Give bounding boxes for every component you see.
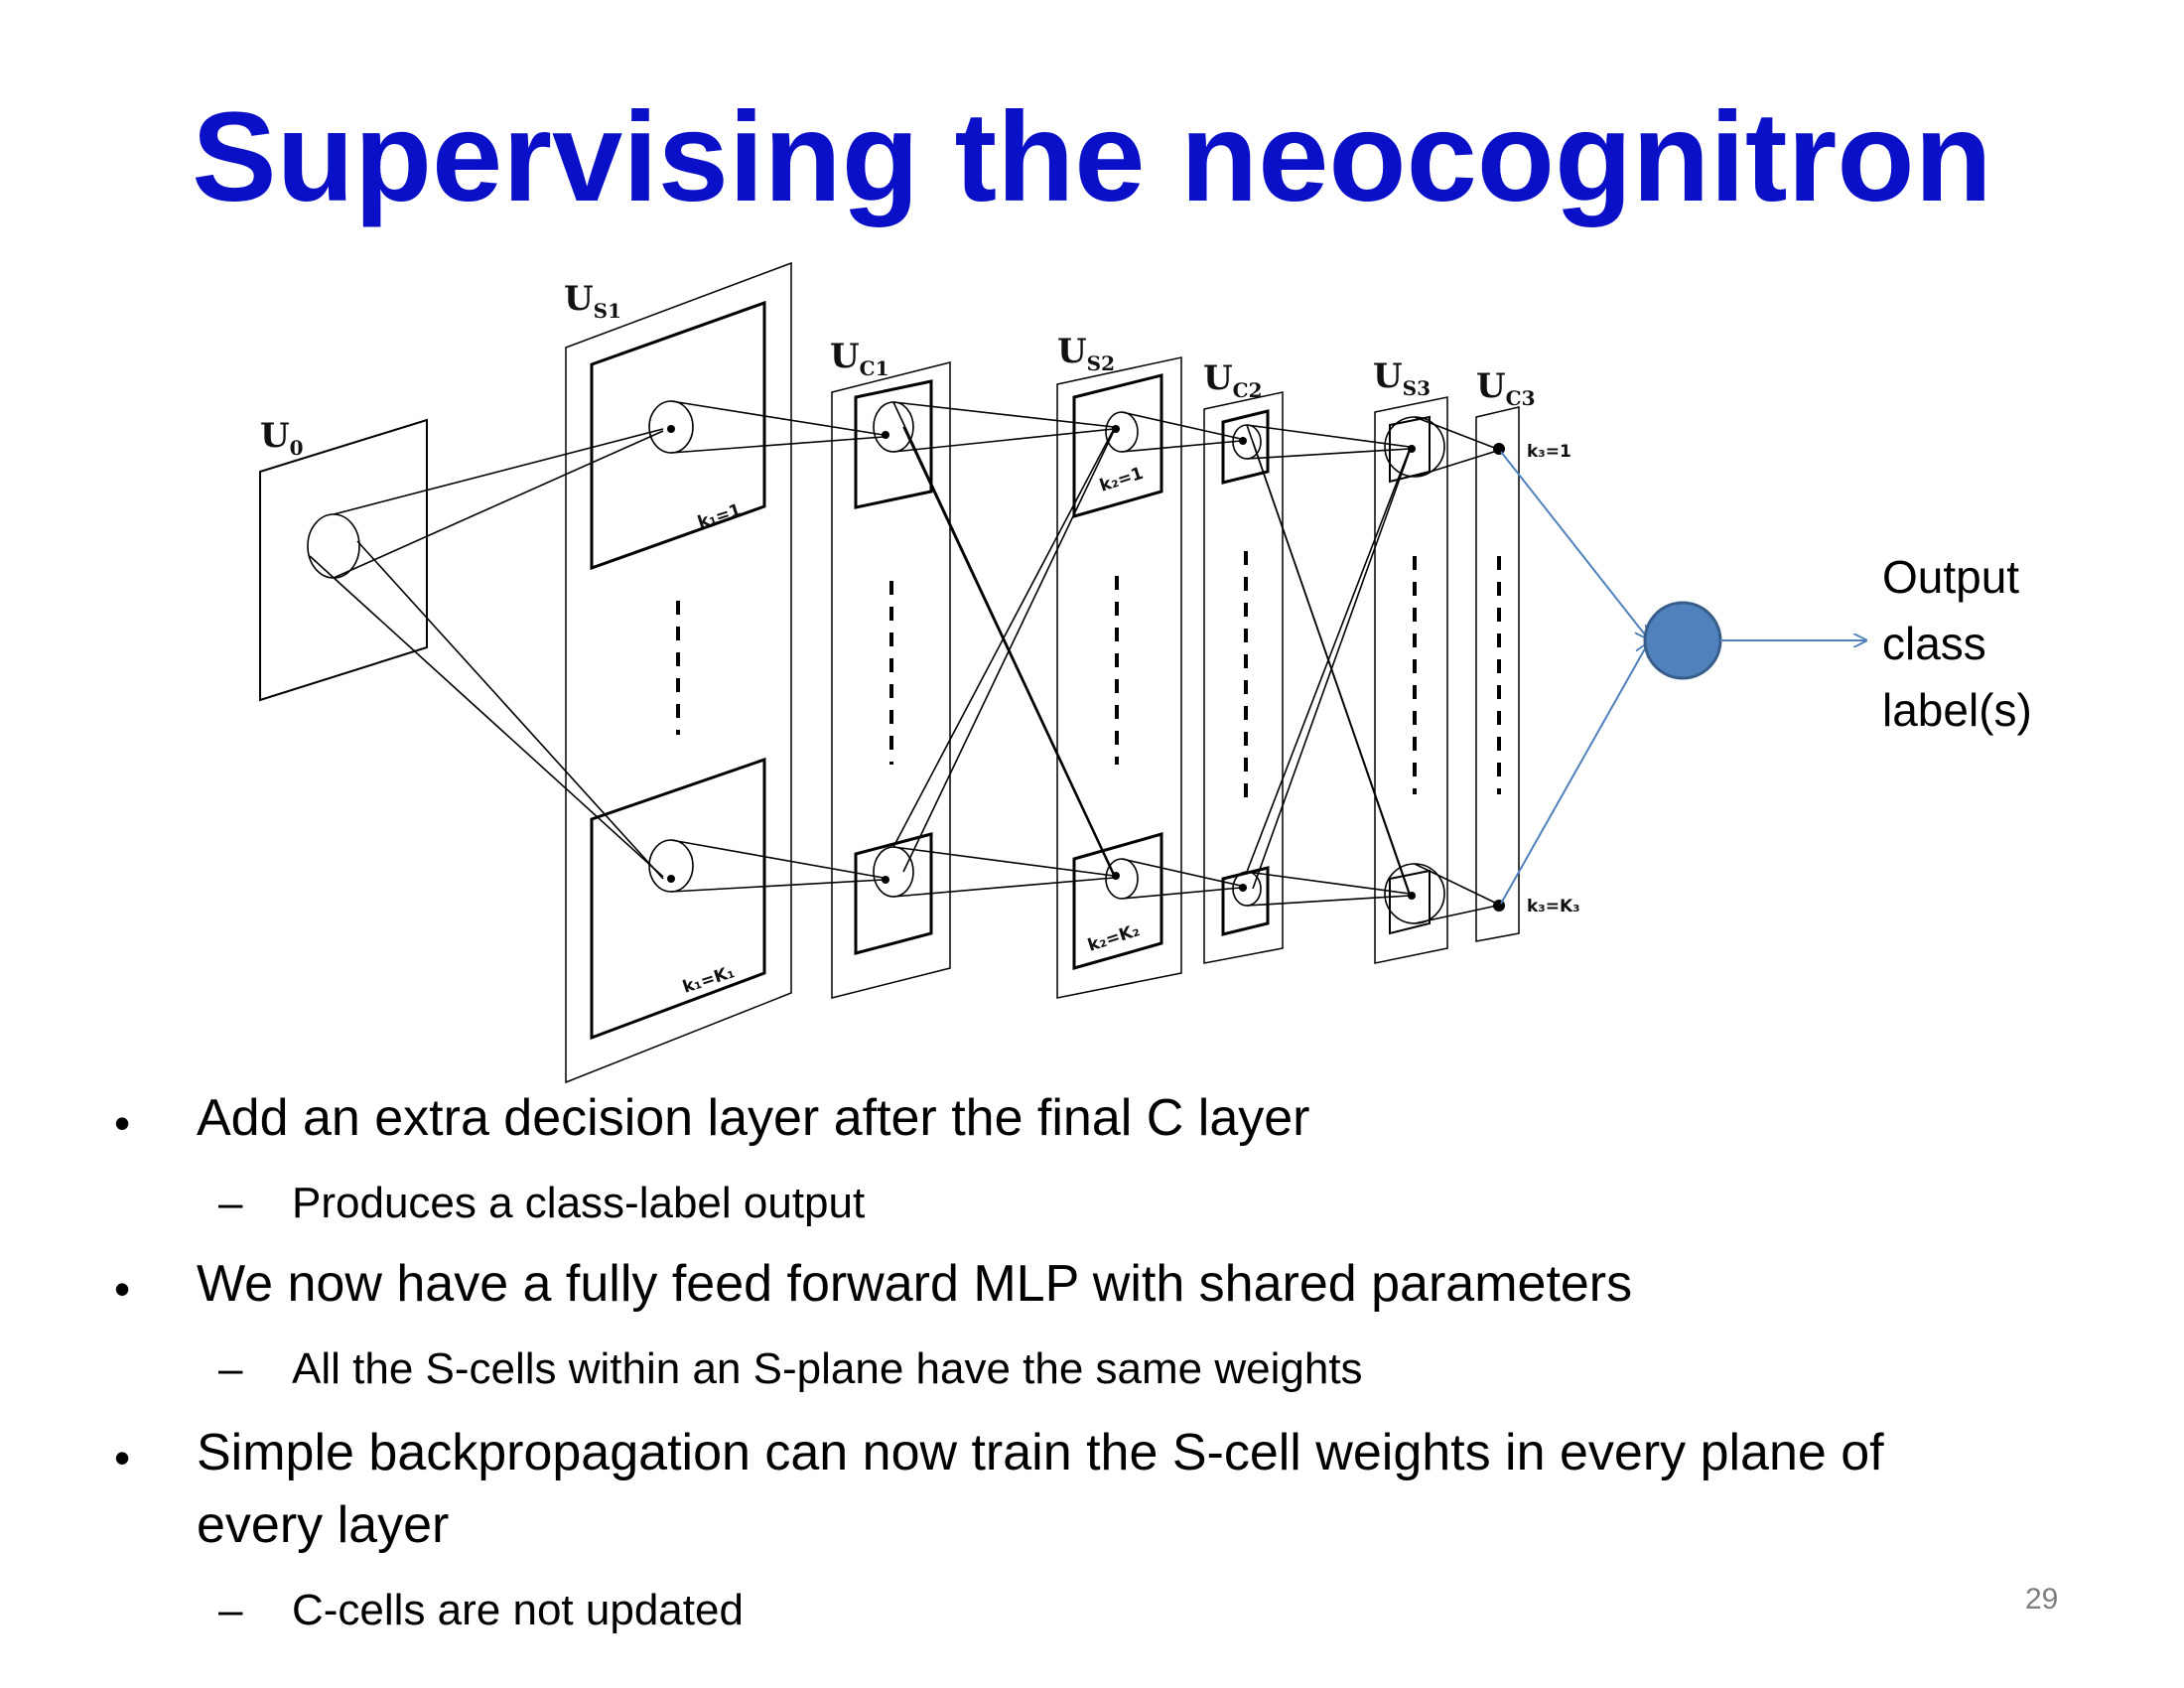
dash-glyph: – (218, 1179, 243, 1227)
uc2-plane-bottom (1221, 866, 1270, 936)
layer-uc3-frame (1475, 406, 1520, 942)
us1-plane-bottom (590, 757, 766, 1041)
us1-plane-top (590, 300, 766, 571)
plane-label-k3-last: k₃=K₃ (1527, 897, 1580, 916)
us2-plane-bottom (1072, 832, 1163, 970)
layer-u0-plane (259, 418, 428, 702)
bullet-1: Add an extra decision layer after the fi… (197, 1089, 1310, 1147)
plane-label-k2-first: k₂=1 (1097, 464, 1146, 496)
bullet-3: Simple backpropagation can now train the… (197, 1424, 1884, 1481)
sub-bullet-3: C-cells are not updated (292, 1586, 744, 1634)
dash-glyph: – (218, 1586, 243, 1634)
plane-label-k3-first: k₃=1 (1527, 442, 1571, 462)
layer-label-uc1: UC1 (830, 337, 889, 380)
layer-label-us1: US1 (564, 279, 621, 323)
layer-label-u0: U0 (260, 416, 304, 460)
output-label-line-1: Output (1882, 551, 2020, 603)
layer-label-uc3: UC3 (1476, 366, 1536, 410)
layer-label-us3: US3 (1373, 356, 1431, 400)
layer-label-uc2: UC2 (1203, 358, 1263, 402)
uc1-plane-top (854, 379, 933, 509)
bullet-glyph: • (114, 1263, 131, 1315)
layer-us3-frame (1374, 396, 1448, 964)
sub-bullet-2: All the S-cells within an S-plane have t… (292, 1344, 1363, 1393)
layer-us1-frame (565, 261, 792, 1084)
dash-glyph: – (218, 1344, 243, 1393)
bullet-glyph: • (114, 1097, 131, 1149)
us3-plane-bottom (1389, 869, 1431, 935)
plane-label-k1-first: k₁=1 (695, 500, 744, 533)
layer-label-us2: US2 (1057, 332, 1115, 375)
bullet-2: We now have a fully feed forward MLP wit… (197, 1255, 1633, 1313)
page-number: 29 (2025, 1583, 2059, 1616)
arrow-bottom-to-node (1500, 643, 1648, 905)
arrow-top-to-node (1500, 451, 1648, 638)
bullet-3-continued: every layer (197, 1496, 450, 1554)
uc2-plane-top (1221, 409, 1270, 485)
bullet-glyph: • (114, 1432, 131, 1483)
output-label: Output class label(s) (1882, 544, 2032, 744)
output-label-line-3: label(s) (1882, 684, 2032, 736)
sub-bullet-1: Produces a class-label output (292, 1179, 866, 1227)
us2-plane-top (1072, 373, 1163, 518)
decision-node (1643, 601, 1722, 680)
output-label-line-2: class (1882, 618, 1986, 669)
